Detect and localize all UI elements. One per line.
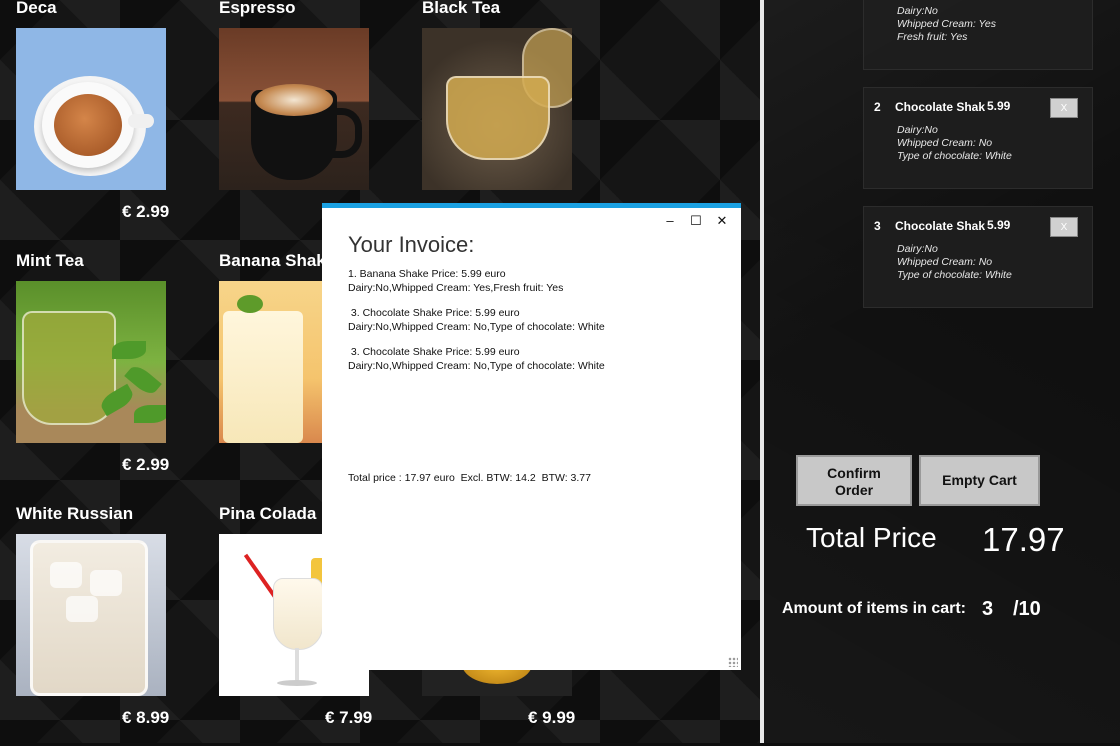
total-price-label: Total Price	[806, 522, 937, 553]
product-name: Espresso	[219, 0, 296, 17]
cart-item-options: Dairy:No Whipped Cream: Yes Fresh fruit:…	[897, 5, 997, 43]
maximize-button[interactable]: ☐	[683, 211, 709, 231]
cart-item-number: 2	[874, 100, 881, 114]
resize-grip-icon[interactable]	[728, 657, 738, 667]
product-name: Black Tea	[422, 0, 501, 17]
invoice-entry: 3. Chocolate Shake Price: 5.99 euro Dair…	[348, 346, 605, 372]
product-name: Banana Shak	[219, 251, 326, 270]
product-price: € 8.99	[122, 708, 170, 727]
invoice-entry: 3. Chocolate Shake Price: 5.99 euro Dair…	[348, 307, 605, 333]
product-image[interactable]	[422, 28, 572, 190]
window-controls: – ☐ ✕	[657, 211, 735, 231]
cart-item: 2 Chocolate Shak 5.99 X Dairy:No Whipped…	[863, 87, 1093, 189]
minimize-button[interactable]: –	[657, 211, 683, 231]
item-count-max: /10	[1013, 598, 1041, 620]
invoice-dialog: – ☐ ✕ Your Invoice: 1. Banana Shake Pric…	[322, 203, 741, 670]
invoice-title: Your Invoice:	[348, 232, 475, 257]
invoice-entry: 1. Banana Shake Price: 5.99 euro Dairy:N…	[348, 268, 564, 294]
confirm-order-button[interactable]: Confirm Order	[796, 455, 912, 506]
close-button[interactable]: ✕	[709, 211, 735, 231]
invoice-total: Total price : 17.97 euro Excl. BTW: 14.2…	[348, 472, 591, 484]
product-mint-tea[interactable]: Mint Tea € 2.99	[0, 251, 190, 493]
cart-item-name: Chocolate Shak	[895, 100, 986, 114]
product-price: € 7.99	[325, 708, 373, 727]
empty-cart-button[interactable]: Empty Cart	[919, 455, 1040, 506]
product-deca[interactable]: Deca € 2.99	[0, 0, 190, 240]
product-image[interactable]	[219, 28, 369, 190]
item-count-label: Amount of items in cart:	[782, 600, 967, 617]
cart-item-number: 3	[874, 219, 881, 233]
product-name: White Russian	[16, 504, 134, 523]
cart-item: 3 Chocolate Shak 5.99 X Dairy:No Whipped…	[863, 206, 1093, 308]
product-image[interactable]	[16, 534, 166, 696]
cart-item-options: Dairy:No Whipped Cream: No Type of choco…	[897, 124, 1012, 162]
cart-item-name: Chocolate Shak	[895, 219, 986, 233]
total-price-value: 17.97	[982, 521, 1065, 558]
cart-item-price: 5.99	[987, 99, 1011, 113]
remove-item-button[interactable]: X	[1050, 98, 1078, 118]
remove-item-button[interactable]: X	[1050, 217, 1078, 237]
product-image[interactable]	[16, 28, 166, 190]
invoice-lines: 1. Banana Shake Price: 5.99 euro Dairy:N…	[348, 268, 605, 385]
cart-item-price: 5.99	[987, 218, 1011, 232]
product-image[interactable]	[16, 281, 166, 443]
cart-panel: Dairy:No Whipped Cream: Yes Fresh fruit:…	[764, 0, 1120, 743]
product-name: Mint Tea	[16, 251, 84, 270]
product-name: Pina Colada	[219, 504, 317, 523]
item-count-value: 3	[982, 598, 994, 620]
product-price: € 2.99	[122, 455, 170, 474]
product-white-russian[interactable]: White Russian € 8.99	[0, 504, 190, 746]
cart-item-options: Dairy:No Whipped Cream: No Type of choco…	[897, 243, 1012, 281]
product-price: € 2.99	[122, 202, 170, 221]
product-price: € 9.99	[528, 708, 576, 727]
product-name: Deca	[16, 0, 57, 17]
cart-item-partial: Dairy:No Whipped Cream: Yes Fresh fruit:…	[863, 0, 1093, 70]
